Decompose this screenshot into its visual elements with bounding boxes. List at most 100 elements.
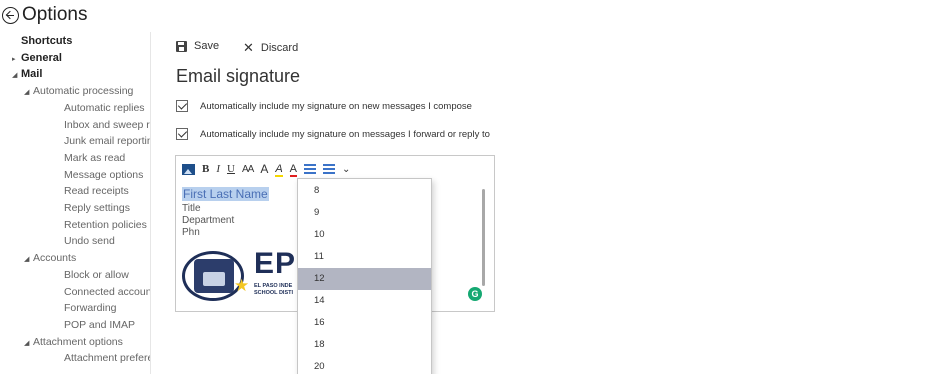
expand-arrow-icon: ▸ bbox=[12, 55, 16, 63]
sidebar-item[interactable]: Connected accounts bbox=[64, 286, 150, 298]
logo-subtitle-2: SCHOOL DISTI bbox=[254, 290, 294, 296]
font-size-option[interactable]: 9 bbox=[298, 202, 431, 224]
sidebar-item[interactable]: ▸ General bbox=[12, 52, 62, 64]
logo-subtitle-1: EL PASO INDE bbox=[254, 283, 293, 289]
collapse-arrow-icon: ◢ bbox=[12, 72, 18, 80]
sidebar-item[interactable]: Automatic replies bbox=[64, 102, 145, 114]
font-size-option[interactable]: 11 bbox=[298, 246, 431, 268]
sidebar-item-label: Accounts bbox=[33, 252, 77, 265]
sidebar-item[interactable]: Undo send bbox=[64, 235, 115, 247]
back-arrow-icon[interactable] bbox=[2, 7, 19, 24]
sidebar-item-label: Automatic replies bbox=[64, 101, 145, 114]
signature-phone: Phn bbox=[182, 227, 200, 238]
bullets-button[interactable] bbox=[304, 160, 317, 178]
sidebar-item-label: Forwarding bbox=[64, 302, 117, 315]
chevron-down-icon[interactable]: ⌄ bbox=[342, 160, 350, 178]
font-size-option[interactable]: 10 bbox=[298, 224, 431, 246]
font-size-option[interactable]: 20 bbox=[298, 356, 431, 374]
highlight-glyph: A bbox=[275, 163, 283, 175]
sidebar-item-label: Retention policies bbox=[64, 218, 147, 231]
page-title: Email signature bbox=[176, 66, 301, 86]
grow-font-button[interactable]: A bbox=[260, 160, 268, 178]
sidebar-item[interactable]: ◢ Accounts bbox=[24, 252, 76, 264]
sidebar-item-label: Mail bbox=[21, 68, 43, 81]
format-toolbar: B I U AA A A A ⌄ bbox=[182, 160, 357, 178]
font-color-glyph: A bbox=[289, 163, 298, 175]
discard-label: Discard bbox=[260, 42, 299, 54]
italic-button[interactable]: I bbox=[216, 160, 220, 178]
save-icon bbox=[176, 40, 187, 52]
sidebar-item[interactable]: Retention policies bbox=[64, 219, 147, 231]
auto-signature-new-label: Automatically include my signature on ne… bbox=[200, 100, 472, 112]
options-sidebar: Shortcuts ▸ General ◢ Mail ◢ Automatic process… bbox=[0, 32, 150, 374]
signature-department: Department bbox=[182, 215, 235, 226]
options-header: Options bbox=[0, 0, 948, 32]
highlight-color-bar bbox=[275, 175, 283, 177]
collapse-arrow-icon: ◢ bbox=[24, 256, 30, 264]
font-color-bar bbox=[289, 175, 298, 177]
district-logo: ★ EPIS EL PASO INDE SCHOOL DISTI bbox=[182, 247, 325, 305]
sidebar-item-label: Message options bbox=[64, 168, 144, 181]
sidebar-item-label: POP and IMAP bbox=[64, 318, 136, 331]
sidebar-item-label: Reply settings bbox=[64, 202, 130, 214]
auto-signature-reply-label: Automatically include my signature on me… bbox=[200, 128, 490, 140]
sidebar-item[interactable]: Junk email reporting bbox=[64, 135, 150, 147]
bold-button[interactable]: B bbox=[202, 160, 209, 178]
bullets-icon bbox=[304, 164, 317, 174]
auto-signature-reply-option[interactable]: Automatically include my signature on me… bbox=[176, 128, 490, 140]
underline-button[interactable]: U bbox=[227, 160, 235, 178]
editor-scrollbar[interactable] bbox=[482, 189, 485, 286]
sidebar-item-label: Mark as read bbox=[64, 151, 126, 164]
sidebar-item[interactable]: Message options bbox=[64, 169, 143, 181]
sidebar-item-label: General bbox=[21, 51, 62, 64]
sidebar-item[interactable]: Forwarding bbox=[64, 302, 117, 314]
highlight-button[interactable]: A bbox=[275, 160, 283, 178]
sidebar-item[interactable]: Attachment preferences bbox=[64, 352, 150, 364]
sidebar-item[interactable]: Block or allow bbox=[64, 269, 129, 281]
signature-title: Title bbox=[182, 203, 201, 214]
auto-signature-new-checkbox[interactable] bbox=[176, 100, 188, 112]
sidebar-item-label: Automatic processing bbox=[33, 85, 134, 98]
numbering-icon bbox=[323, 164, 336, 174]
page-header-title: Options bbox=[22, 4, 88, 25]
collapse-arrow-icon: ◢ bbox=[24, 89, 30, 97]
sidebar-item[interactable]: Read receipts bbox=[64, 185, 129, 197]
grammarly-icon[interactable]: G bbox=[468, 287, 482, 301]
sidebar-item-label: Attachment options bbox=[33, 335, 123, 348]
font-color-button[interactable]: A bbox=[289, 160, 298, 178]
sidebar-item-label: Connected accounts bbox=[64, 285, 150, 298]
sidebar-item[interactable]: Inbox and sweep rules bbox=[64, 119, 150, 131]
font-size-option[interactable]: 12 bbox=[298, 268, 431, 290]
auto-signature-reply-checkbox[interactable] bbox=[176, 128, 188, 140]
insert-image-icon bbox=[182, 163, 195, 175]
save-label: Save bbox=[194, 40, 220, 52]
sidebar-item[interactable]: Shortcuts bbox=[21, 35, 72, 47]
sidebar-item[interactable]: ◢ Attachment options bbox=[24, 336, 123, 348]
numbering-button[interactable] bbox=[323, 160, 336, 178]
discard-button[interactable]: ✕ Discard bbox=[243, 40, 298, 56]
auto-signature-new-option[interactable]: Automatically include my signature on ne… bbox=[176, 100, 472, 112]
font-size-button[interactable]: AA bbox=[242, 160, 254, 178]
close-icon: ✕ bbox=[243, 40, 254, 55]
font-size-option[interactable]: 14 bbox=[298, 290, 431, 312]
font-size-option[interactable]: 18 bbox=[298, 334, 431, 356]
sidebar-item-label: Inbox and sweep rules bbox=[64, 118, 150, 131]
sidebar-item-label: Read receipts bbox=[64, 185, 129, 198]
sidebar-item-label: Undo send bbox=[64, 235, 115, 248]
save-button[interactable]: Save bbox=[176, 40, 219, 52]
font-size-option[interactable]: 8 bbox=[298, 180, 431, 202]
sidebar-item[interactable]: Mark as read bbox=[64, 152, 125, 164]
sidebar-item-label: Attachment preferences bbox=[64, 352, 150, 365]
sidebar-item[interactable]: Reply settings bbox=[64, 202, 130, 214]
sidebar-item[interactable]: POP and IMAP bbox=[64, 319, 135, 331]
star-icon: ★ bbox=[234, 276, 250, 295]
font-size-option[interactable]: 16 bbox=[298, 312, 431, 334]
seal-building-icon bbox=[194, 259, 234, 293]
sidebar-item[interactable]: ◢ Automatic processing bbox=[24, 85, 133, 97]
sidebar-item-label: Shortcuts bbox=[21, 35, 73, 47]
insert-image-button[interactable] bbox=[182, 160, 195, 178]
collapse-arrow-icon: ◢ bbox=[24, 339, 30, 347]
sidebar-divider bbox=[150, 32, 151, 374]
signature-name: First Last Name bbox=[182, 187, 269, 201]
sidebar-item[interactable]: ◢ Mail bbox=[12, 68, 42, 80]
